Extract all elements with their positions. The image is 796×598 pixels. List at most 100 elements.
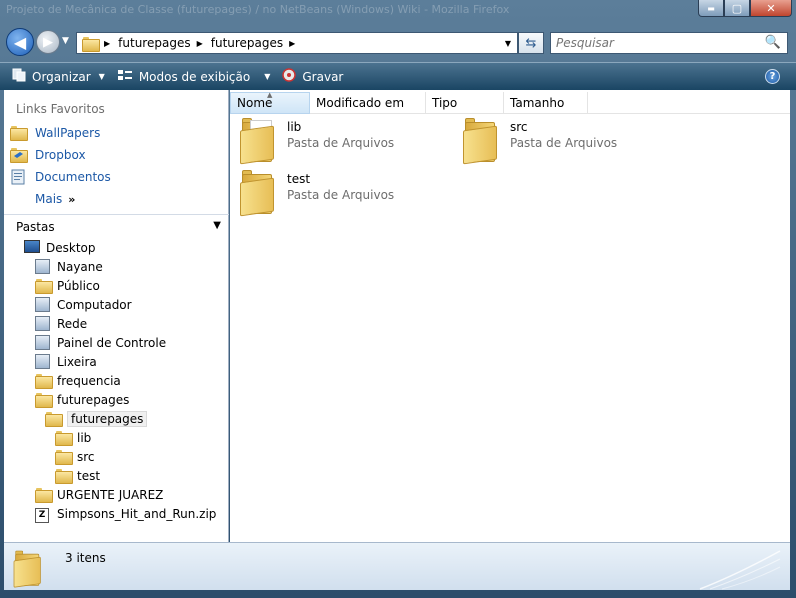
tree-node-label: Lixeira [57,354,97,369]
sort-ascending-icon: ▲ [267,91,273,99]
dropbox-icon [10,147,28,163]
favorite-link-label: WallPapers [35,126,101,140]
search-input[interactable] [551,33,761,53]
tree-node[interactable]: Lixeira [4,352,229,371]
folder-icon [35,373,53,389]
tree-node[interactable]: Computador [4,295,229,314]
favorites-title: Links Favoritos [16,102,105,116]
folder-icon [35,487,53,503]
refresh-icon: ⇆ [525,35,537,51]
views-icon [117,68,133,85]
desktop-icon [24,240,40,255]
tree-node[interactable]: frequencia [4,371,229,390]
favorite-link-wallpapers[interactable]: WallPapers [4,122,229,144]
tree-node[interactable]: src [4,447,229,466]
folder-icon [10,125,28,141]
recent-pages-dropdown[interactable]: ▼ [62,36,69,46]
tree-node-label: URGENTE JUAREZ [57,487,164,502]
breadcrumb-item[interactable]: futurepages [118,36,190,50]
column-header-type[interactable]: Tipo [426,92,504,114]
column-label: Tipo [432,96,458,110]
user-folder-icon [35,259,51,274]
breadcrumb-item[interactable]: futurepages [211,36,283,50]
favorite-link-documentos[interactable]: Documentos [4,166,229,188]
more-links-button[interactable]: Mais » [4,188,229,210]
tree-node-label: Simpsons_Hit_and_Run.zip [57,506,217,521]
folder-icon [45,411,63,427]
folder-icon [35,392,53,408]
window-title: Projeto de Mecânica de Classe (futurepag… [6,3,510,16]
folder-icon [82,36,100,52]
folder-tree: Desktop Nayane Público Computador Rede Painel… [4,238,229,523]
burn-button[interactable]: Gravar [276,63,349,91]
favorite-link-dropbox[interactable]: Dropbox [4,144,229,166]
tree-node[interactable]: Rede [4,314,229,333]
chevron-right-icon[interactable]: ▶ [289,39,295,48]
chevron-right-icon[interactable]: ▶ [197,39,203,48]
folders-title: Pastas [16,219,55,234]
chevron-down-icon: ▼ [264,72,271,81]
tree-node[interactable]: Z Simpsons_Hit_and_Run.zip [4,504,229,523]
column-header-size[interactable]: Tamanho [504,92,588,114]
file-type: Pasta de Arquivos [287,136,395,150]
tree-node[interactable]: lib [4,428,229,447]
chevron-down-icon: ▼ [213,220,221,231]
back-button[interactable]: ◀ [6,28,34,56]
search-icon[interactable]: 🔍 [765,35,781,50]
folder-tile-test[interactable]: test Pasta de Arquivos [238,168,395,217]
maximize-button[interactable]: ▢ [724,0,750,17]
item-count: 3 itens [65,551,106,565]
tree-node[interactable]: futurepages [4,409,229,428]
file-name: test [287,172,311,186]
tree-node-label: Rede [57,316,88,331]
folder-tile-lib[interactable]: lib Pasta de Arquivos [238,116,395,165]
tree-node[interactable]: test [4,466,229,485]
column-headers: ▲ Nome Modificado em Tipo Tamanho [230,91,790,114]
zip-icon: Z [35,506,51,523]
tree-node[interactable]: Público [4,276,229,295]
tree-node[interactable]: Painel de Controle [4,333,229,352]
views-label: Modos de exibição [138,69,251,84]
column-header-name[interactable]: ▲ Nome [230,91,310,114]
tree-node-label: futurepages [67,410,148,427]
minimize-icon: ▬ [707,3,715,13]
network-icon [35,316,51,331]
tree-node[interactable]: URGENTE JUAREZ [4,485,229,504]
search-box[interactable]: 🔍 [550,32,788,54]
file-type: Pasta de Arquivos [287,188,395,202]
folder-icon [55,430,73,446]
forward-button[interactable]: ▶ [36,30,60,54]
tree-node-label: test [77,468,101,483]
favorite-link-label: Dropbox [35,148,86,162]
organize-button[interactable]: Organizar ▼ [6,63,111,91]
file-type: Pasta de Arquivos [510,136,618,150]
views-button[interactable]: Modos de exibição ▼ [111,63,277,91]
address-dropdown-icon[interactable]: ▼ [505,39,511,48]
file-list[interactable]: ▲ Nome Modificado em Tipo Tamanho lib Pa… [230,90,790,542]
tree-node[interactable]: Desktop [4,238,229,257]
folder-tile-src[interactable]: src Pasta de Arquivos [461,116,618,165]
organize-icon [12,68,26,85]
tree-node[interactable]: Nayane [4,257,229,276]
title-bar[interactable]: Projeto de Mecânica de Classe (futurepag… [0,0,796,22]
burn-disc-icon [282,68,297,85]
column-header-modified[interactable]: Modificado em [310,92,426,114]
refresh-button[interactable]: ⇆ [518,32,544,54]
recycle-bin-icon [35,354,51,369]
tree-node[interactable]: futurepages [4,390,229,409]
close-icon: ✕ [766,1,776,15]
computer-icon [35,297,51,312]
help-button[interactable]: ? [765,69,780,84]
tree-node-label: Nayane [57,259,103,274]
forward-arrow-icon: ▶ [43,34,53,50]
large-folder-icon [238,168,282,217]
chevron-right-icon[interactable]: ▶ [104,39,110,48]
folders-header[interactable]: Pastas ▼ [4,214,229,238]
documents-icon [10,169,28,185]
minimize-button[interactable]: ▬ [698,0,724,17]
address-bar[interactable]: ▶ futurepages ▶ futurepages ▶ ▼ [76,32,518,54]
burn-label: Gravar [302,69,344,84]
close-button[interactable]: ✕ [750,0,792,17]
folder-icon [55,449,73,465]
tree-node-label: frequencia [57,373,121,388]
